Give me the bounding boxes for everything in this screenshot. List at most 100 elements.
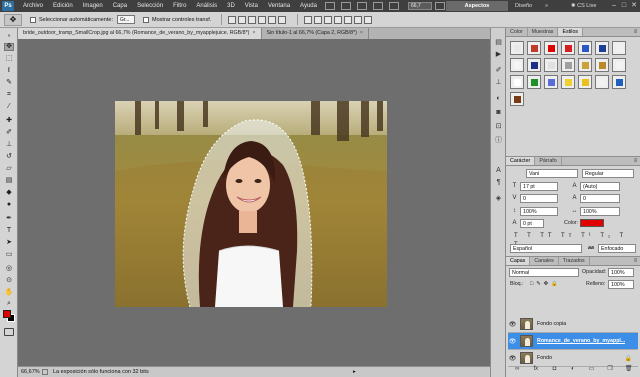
workspace-essentials-button[interactable]: Aspectos esenciales [446,1,508,19]
menu-3d[interactable]: 3D [222,0,240,12]
kerning-field[interactable]: 0 [520,194,558,203]
menu-filtro[interactable]: Filtro [168,0,191,12]
align-right-icon[interactable] [278,15,287,24]
style-swatch[interactable] [510,75,524,89]
tab-channels[interactable]: Canales [530,257,559,265]
align-hcenter-icon[interactable] [268,15,277,24]
style-swatch[interactable] [544,41,558,55]
workspace-design-button[interactable]: Diseño [510,1,538,11]
document-tab-active[interactable]: bride_outdoor_tramp_SmallCrop.jpg al 66,… [18,28,262,39]
close-window-button[interactable]: ✕ [630,2,638,10]
tab-styles[interactable]: Estilos [558,28,584,36]
font-family-select[interactable]: Vani [526,169,578,178]
crop-tool-icon[interactable]: ⌗ [4,91,14,99]
brush-tool-icon[interactable]: ✐ [4,129,14,137]
language-select[interactable]: Español [510,244,582,253]
navigator-panel-icon[interactable]: ⊡ [494,122,503,130]
distribute-right-icon[interactable] [354,15,363,24]
menu-edicion[interactable]: Edición [48,0,78,12]
clone-source-panel-icon[interactable]: ⊥ [494,78,503,86]
collapse-tools-icon[interactable]: » [4,32,14,40]
move-tool-preset-icon[interactable]: ✥ [4,13,22,26]
tracking-field[interactable]: 0 [580,194,620,203]
distribute-left-icon[interactable] [334,15,343,24]
cs-live-button[interactable]: ✺ CS Live [566,1,606,11]
layer-style-icon[interactable]: fx [531,365,540,373]
layer-visibility-icon[interactable]: 👁 [508,355,517,362]
menu-ayuda[interactable]: Ayuda [295,0,322,12]
bridge-icon[interactable] [324,2,335,10]
menu-analisis[interactable]: Análisis [191,0,222,12]
3d-camera-tool-icon[interactable]: ⊙ [4,277,14,285]
eraser-tool-icon[interactable]: ▱ [4,165,14,173]
blend-mode-select[interactable]: Normal [509,268,579,277]
layer-visibility-icon[interactable]: 👁 [508,338,517,345]
foreground-color-swatch[interactable] [3,310,11,318]
layer-row[interactable]: 👁 Romance_de_verano_by_myappl... [508,333,638,350]
menu-imagen[interactable]: Imagen [78,0,108,12]
text-color-swatch[interactable] [580,219,604,227]
zoom-tool-icon-2[interactable]: ⌕ [4,300,14,308]
menu-archivo[interactable]: Archivo [18,0,48,12]
style-swatch[interactable] [578,41,592,55]
zoom-tool-icon[interactable] [372,2,383,10]
align-left-icon[interactable] [258,15,267,24]
3d-rotate-tool-icon[interactable]: ◎ [4,265,14,273]
layers-panel-menu-icon[interactable]: ≡ [631,257,640,265]
marquee-tool-icon[interactable]: ⬚ [4,55,14,63]
tab-paragraph[interactable]: Párrafo [535,157,562,165]
info-panel-icon[interactable]: ⓘ [494,136,503,144]
vertical-scale-field[interactable]: 100% [520,207,558,216]
menu-seleccion[interactable]: Selección [132,0,168,12]
canvas-area[interactable] [18,39,490,366]
style-swatch[interactable] [544,58,558,72]
mini-bridge-icon[interactable] [340,2,351,10]
hand-tool-icon[interactable]: ✋ [4,289,14,297]
auto-align-icon[interactable] [364,15,373,24]
workspace-more-button[interactable]: » [540,1,552,11]
style-swatch[interactable] [544,75,558,89]
tab-character[interactable]: Carácter [506,157,536,165]
type-tool-icon[interactable]: T [4,227,14,235]
menu-ventana[interactable]: Ventana [263,0,295,12]
paragraph-panel-icon[interactable]: ¶ [494,178,503,186]
style-swatch[interactable] [595,58,609,72]
document-info-icon[interactable] [42,369,48,375]
baseline-shift-field[interactable]: 0 pt [520,219,544,228]
horizontal-scale-field[interactable]: 100% [580,207,620,216]
minimize-button[interactable]: – [610,2,618,10]
character-panel-icon[interactable]: A [494,166,503,174]
tab-color[interactable]: Color [506,28,528,36]
menu-vista[interactable]: Vista [240,0,263,12]
quick-mask-icon[interactable] [4,328,14,336]
auto-select-dropdown[interactable]: Gr... [116,15,135,24]
close-tab-icon[interactable]: × [252,30,255,36]
distribute-top-icon[interactable] [304,15,313,24]
adjustments-panel-icon[interactable]: ◐ [494,94,503,102]
style-swatch[interactable] [578,58,592,72]
style-swatch[interactable] [510,58,524,72]
lock-options-icons[interactable]: □✎✥🔒 [530,280,561,289]
bride-photo[interactable] [115,101,387,307]
menu-capa[interactable]: Capa [108,0,132,12]
quick-selection-tool-icon[interactable]: ✎ [4,79,14,87]
opacity-field[interactable]: 100% [608,268,634,277]
style-swatch[interactable] [527,41,541,55]
gradient-tool-icon[interactable]: ▤ [4,177,14,185]
brush-panel-icon[interactable]: ✐ [494,66,503,74]
style-swatch[interactable] [561,41,575,55]
rotate-view-icon[interactable] [388,2,399,10]
align-vcenter-icon[interactable] [238,15,247,24]
auto-select-checkbox[interactable] [30,16,36,23]
new-group-icon[interactable]: ▭ [587,365,596,373]
distribute-vcenter-icon[interactable] [314,15,323,24]
history-panel-icon[interactable]: ▤ [494,38,503,46]
style-swatch[interactable] [561,75,575,89]
character-panel-menu-icon[interactable]: ≡ [631,157,640,165]
layer-row[interactable]: 👁 Fondo copia [508,316,638,333]
history-brush-tool-icon[interactable]: ↺ [4,153,14,161]
tab-swatches[interactable]: Muestras [528,28,559,36]
status-zoom[interactable]: 66,67% [18,369,40,375]
tab-layers[interactable]: Capas [506,257,531,265]
status-arrow-icon[interactable]: ▸ [353,369,356,375]
